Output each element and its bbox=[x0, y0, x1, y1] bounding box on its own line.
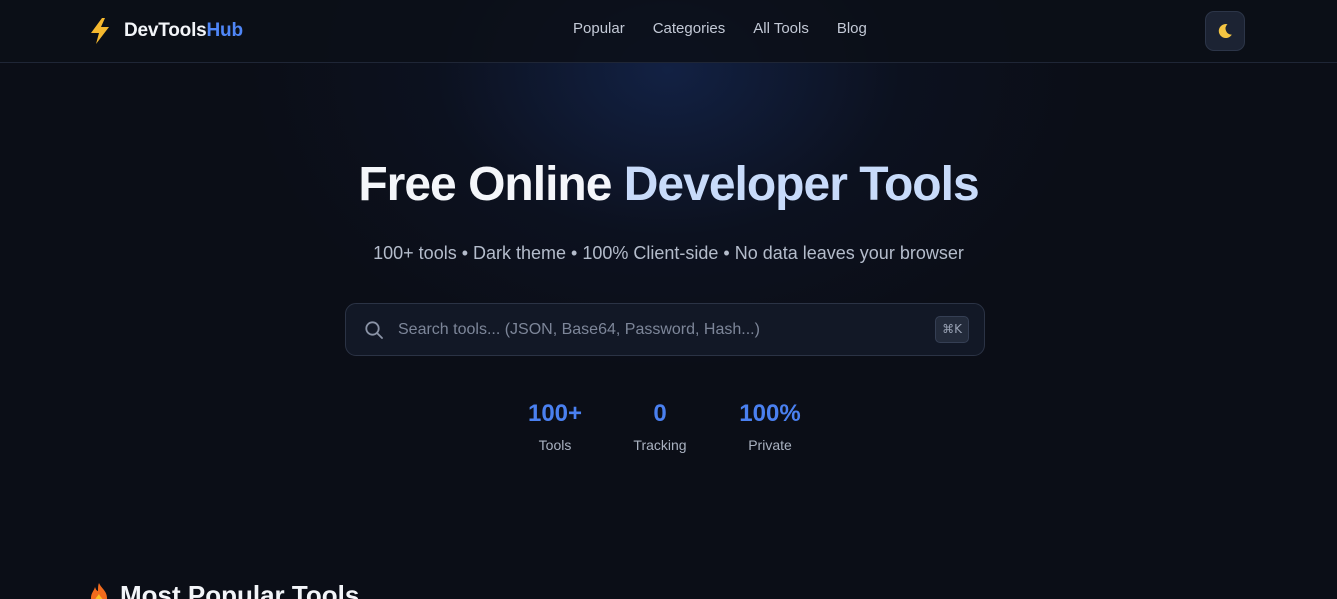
stat-label: Tools bbox=[538, 437, 572, 453]
nav-link-popular[interactable]: Popular bbox=[573, 20, 625, 37]
stat-value: 100+ bbox=[527, 400, 583, 427]
brand-accent: Hub bbox=[206, 20, 244, 41]
stat-tracking: 0 Tracking bbox=[600, 400, 720, 454]
nav-link-blog[interactable]: Blog bbox=[837, 20, 867, 37]
top-navbar: DevTools Hub Popular Categories All Tools… bbox=[0, 0, 1337, 63]
main-nav: Popular Categories All Tools Blog bbox=[573, 20, 867, 37]
stats-row: 100+ Tools 0 Tracking 100% Private bbox=[0, 400, 1337, 460]
search-box[interactable]: ⌘K bbox=[345, 303, 985, 356]
lightning-bolt-icon bbox=[91, 18, 109, 44]
fire-icon bbox=[91, 583, 107, 599]
brand-logo[interactable]: DevTools Hub bbox=[88, 17, 243, 45]
stat-value: 100% bbox=[739, 400, 801, 427]
theme-toggle-button[interactable] bbox=[1205, 11, 1245, 51]
search-shortcut-badge: ⌘K bbox=[935, 316, 969, 343]
moon-icon bbox=[1218, 23, 1232, 38]
hero-subtitle: 100+ tools • Dark theme • 100% Client-si… bbox=[373, 243, 964, 263]
page: DevTools Hub Popular Categories All Tools… bbox=[0, 0, 1337, 599]
section-heading-popular: Most Popular Tools bbox=[88, 580, 359, 599]
search-icon bbox=[365, 321, 383, 339]
stat-private: 100% Private bbox=[710, 400, 830, 454]
hero-title-highlight: Developer Tools bbox=[623, 158, 980, 211]
hero-title-part1: Free Online bbox=[358, 158, 624, 211]
hero-glow bbox=[0, 0, 1337, 599]
nav-link-all-tools[interactable]: All Tools bbox=[753, 20, 809, 37]
search-input[interactable] bbox=[398, 304, 918, 355]
section-title: Most Popular Tools bbox=[120, 579, 360, 599]
stat-label: Private bbox=[748, 437, 792, 453]
brand-name: DevTools bbox=[124, 20, 207, 41]
nav-link-categories[interactable]: Categories bbox=[653, 20, 726, 37]
hero-title: Free Online Developer Tools bbox=[0, 155, 1337, 215]
stat-label: Tracking bbox=[633, 437, 687, 453]
stat-tools: 100+ Tools bbox=[495, 400, 615, 454]
stat-value: 0 bbox=[653, 400, 667, 427]
